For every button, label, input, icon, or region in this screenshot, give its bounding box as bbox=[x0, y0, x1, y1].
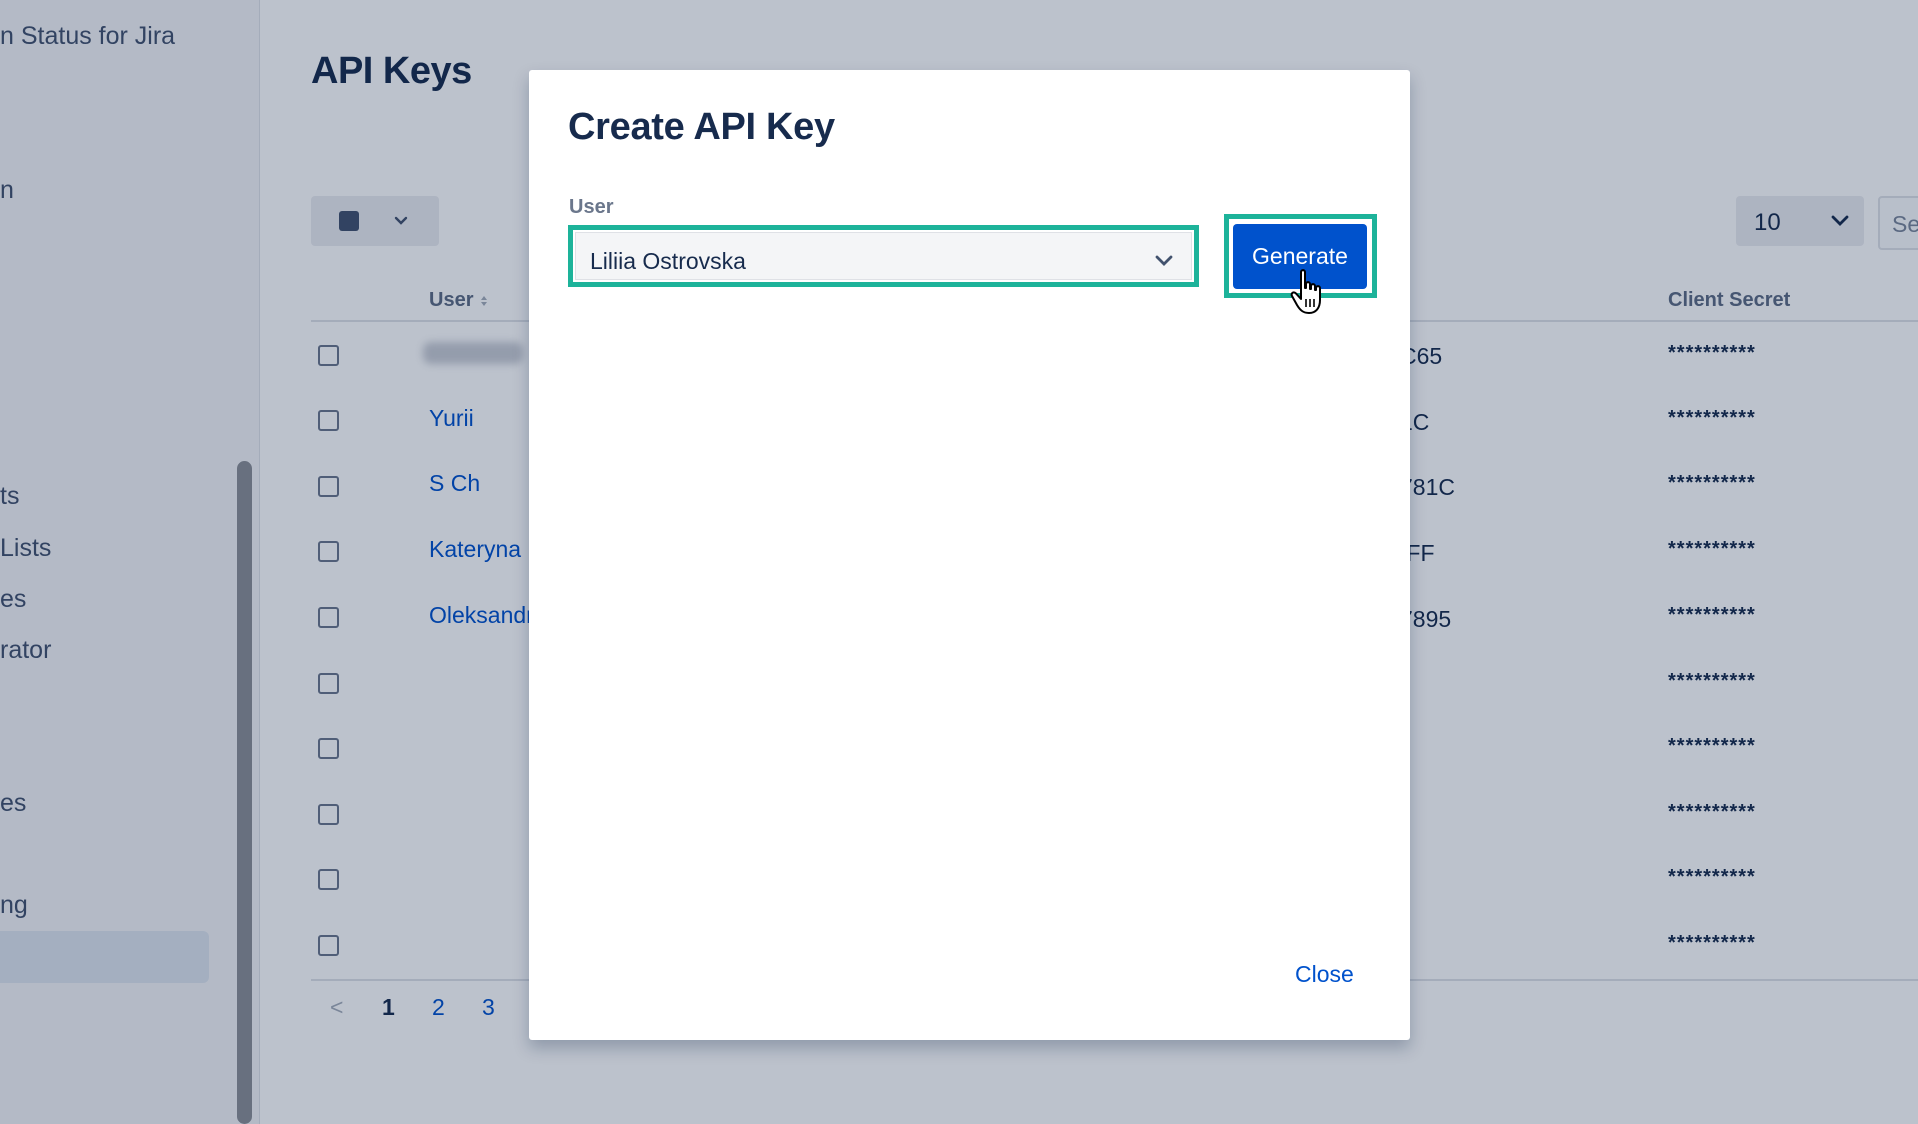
user-select[interactable]: Liliia Ostrovska bbox=[568, 225, 1199, 287]
close-button[interactable]: Close bbox=[1295, 961, 1354, 988]
dialog-title: Create API Key bbox=[568, 106, 835, 148]
user-field-label: User bbox=[569, 196, 614, 218]
hand-cursor-icon bbox=[1290, 269, 1321, 314]
chevron-down-icon bbox=[1155, 255, 1173, 266]
selected-user-value: Liliia Ostrovska bbox=[590, 248, 746, 274]
create-api-key-dialog: Create API Key User Liliia Ostrovska Gen… bbox=[529, 70, 1410, 1040]
